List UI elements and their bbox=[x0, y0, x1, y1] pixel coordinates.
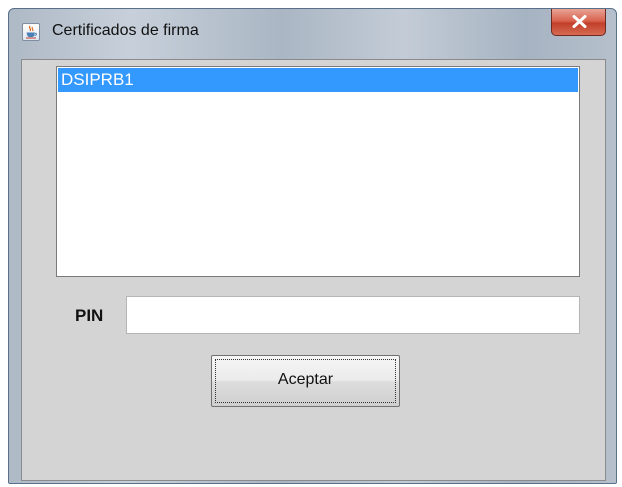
close-button[interactable] bbox=[551, 9, 606, 36]
accept-button-label: Aceptar bbox=[277, 371, 334, 388]
accept-button[interactable]: Aceptar bbox=[211, 355, 400, 407]
dialog-content: DSIPRB1 PIN Aceptar bbox=[21, 59, 606, 481]
pin-label: PIN bbox=[75, 306, 104, 325]
java-cup-icon bbox=[22, 23, 40, 41]
list-item-selected[interactable]: DSIPRB1 bbox=[58, 68, 578, 92]
window-title: Certificados de firma bbox=[52, 22, 199, 39]
dialog-window: Certificados de firma DSIPRB1 PIN Acepta… bbox=[8, 8, 617, 484]
pin-input[interactable] bbox=[126, 296, 580, 334]
certificate-list[interactable]: DSIPRB1 bbox=[56, 66, 580, 277]
title-bar[interactable]: Certificados de firma bbox=[9, 9, 616, 59]
